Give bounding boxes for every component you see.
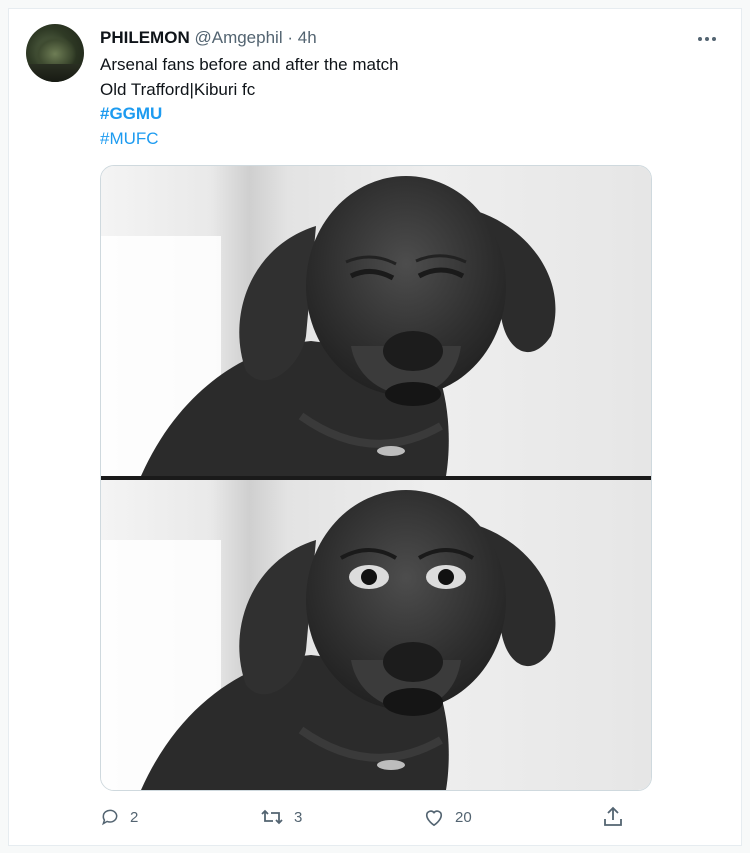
retweet-button[interactable]: 3 bbox=[260, 805, 302, 829]
reply-icon bbox=[100, 807, 120, 827]
tweet-actions: 2 3 20 bbox=[100, 805, 660, 829]
tweet-text-line: Old Trafford|Kiburi fc bbox=[100, 79, 256, 99]
tweet-card[interactable]: PHILEMON @Amgephil · 4h Arsenal fans bef… bbox=[8, 8, 742, 846]
avatar-tree-image bbox=[34, 36, 76, 66]
like-count: 20 bbox=[455, 808, 472, 826]
tweet-media[interactable] bbox=[100, 165, 652, 791]
tweet-header: PHILEMON @Amgephil · 4h bbox=[100, 27, 317, 49]
share-icon bbox=[603, 806, 623, 828]
author-name[interactable]: PHILEMON bbox=[100, 28, 190, 47]
retweet-count: 3 bbox=[294, 808, 303, 826]
tweet-text-line: Arsenal fans before and after the match bbox=[100, 55, 399, 74]
reply-count: 2 bbox=[130, 808, 139, 826]
reply-button[interactable]: 2 bbox=[100, 805, 138, 829]
tweet-timestamp[interactable]: 4h bbox=[298, 28, 317, 47]
heart-icon bbox=[423, 807, 445, 827]
dog-squinting-image bbox=[101, 166, 651, 476]
hashtag-link[interactable]: #GGMU bbox=[100, 102, 700, 127]
tweet-text: Arsenal fans before and after the match … bbox=[100, 53, 700, 151]
dog-wide-eyed-image bbox=[101, 480, 651, 790]
avatar-ground-image bbox=[26, 64, 84, 82]
like-button[interactable]: 20 bbox=[423, 805, 472, 829]
share-button[interactable] bbox=[603, 805, 623, 829]
hashtag-link[interactable]: #MUFC bbox=[100, 127, 700, 152]
more-options-icon[interactable] bbox=[695, 31, 719, 47]
retweet-icon bbox=[260, 807, 284, 827]
author-handle[interactable]: @Amgephil bbox=[194, 28, 282, 47]
avatar[interactable] bbox=[26, 24, 84, 82]
header-separator: · bbox=[287, 28, 294, 47]
